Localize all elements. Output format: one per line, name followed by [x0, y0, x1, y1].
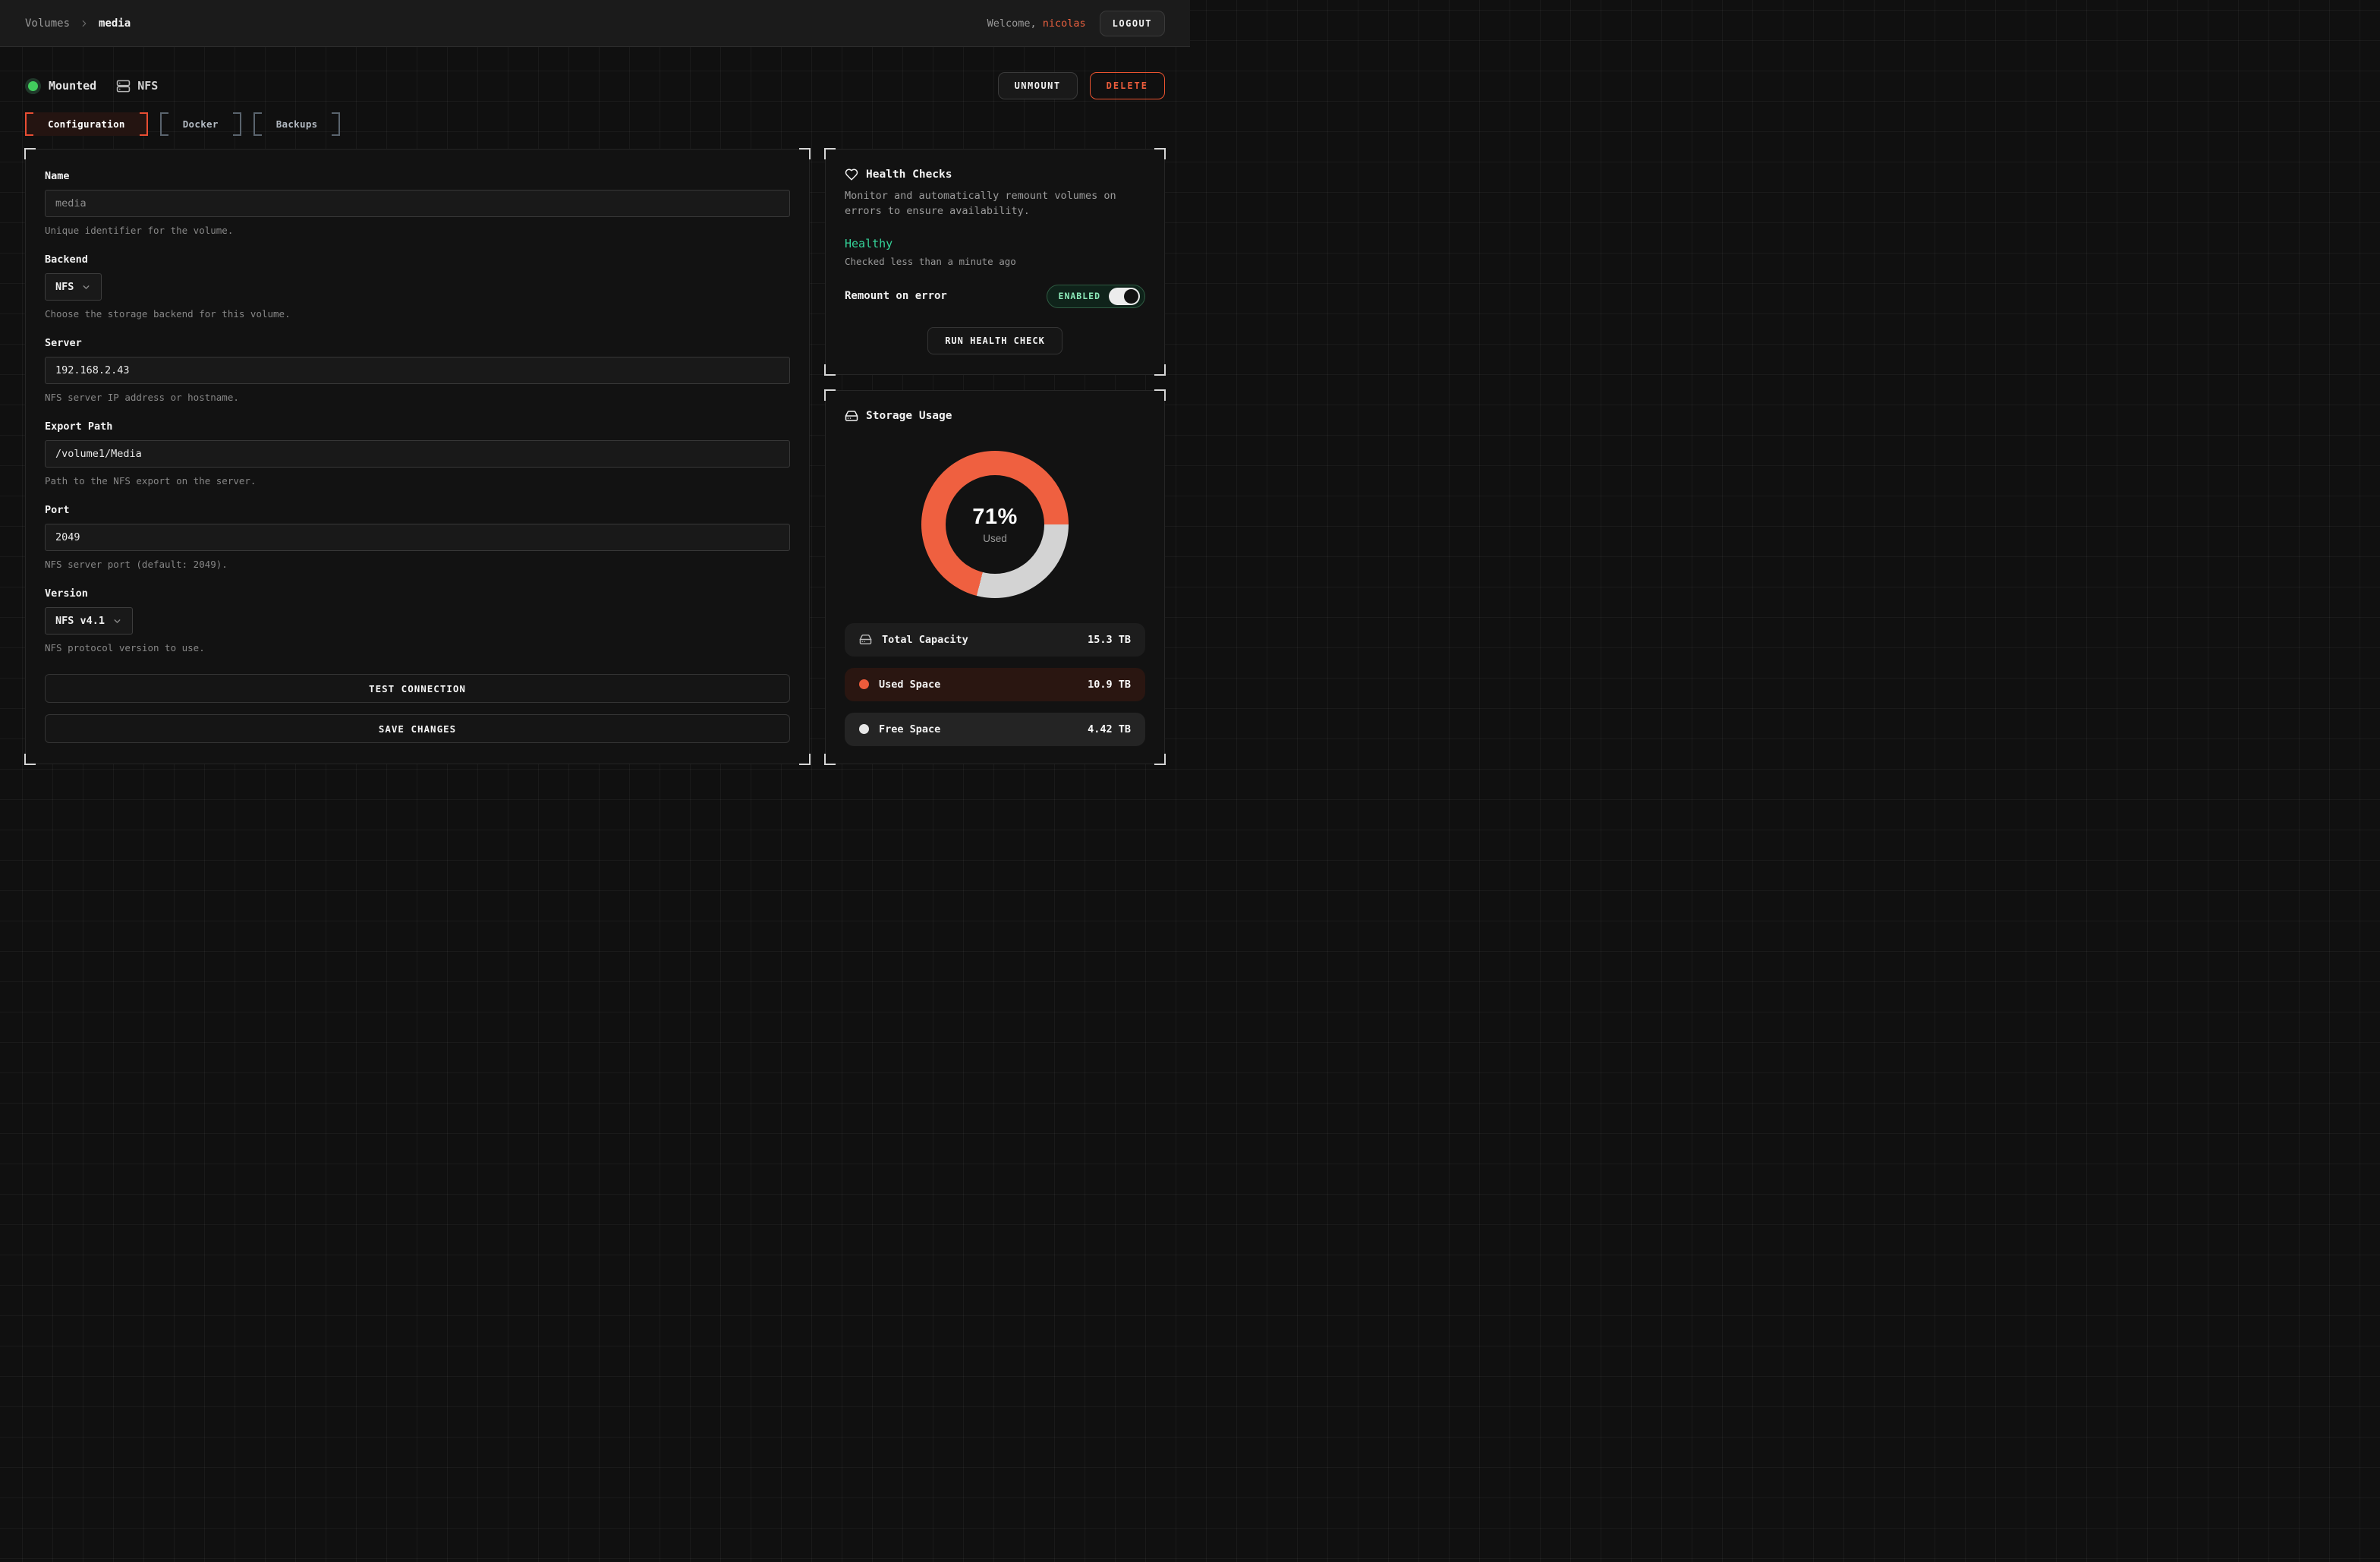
stat-label: Total Capacity — [882, 634, 1078, 646]
topbar: Volumes media Welcome, nicolas LOGOUT — [0, 0, 1190, 47]
test-connection-button[interactable]: TEST CONNECTION — [45, 674, 790, 703]
hard-drive-icon — [859, 633, 872, 646]
usage-percent: 71% — [972, 505, 1018, 530]
chevron-down-icon — [81, 282, 91, 292]
status-row: Mounted NFS UNMOUNT DELETE — [25, 72, 1165, 99]
health-checks-panel: Health Checks Monitor and automatically … — [825, 149, 1165, 375]
server-label: Server — [45, 337, 790, 349]
health-description: Monitor and automatically remount volume… — [845, 188, 1145, 219]
server-help: NFS server IP address or hostname. — [45, 392, 790, 403]
delete-button[interactable]: DELETE — [1090, 72, 1165, 99]
backend-badge: NFS — [116, 79, 158, 93]
remount-toggle[interactable]: ENABLED — [1047, 285, 1145, 308]
stat-value: 15.3 TB — [1088, 634, 1131, 646]
tab-docker[interactable]: Docker — [160, 112, 241, 136]
name-help: Unique identifier for the volume. — [45, 225, 790, 236]
usage-caption: Used — [983, 533, 1007, 544]
tab-bar: Configuration Docker Backups — [25, 112, 1165, 136]
stat-label: Free Space — [879, 723, 1078, 735]
free-legend-dot — [859, 724, 869, 734]
used-legend-dot — [859, 679, 869, 689]
backend-help: Choose the storage backend for this volu… — [45, 308, 790, 320]
mount-state-label: Mounted — [49, 79, 96, 93]
tab-backups[interactable]: Backups — [253, 112, 341, 136]
mount-status: Mounted — [25, 78, 96, 94]
breadcrumb-current: media — [99, 17, 131, 30]
used-space-row: Used Space 10.9 TB — [845, 668, 1145, 701]
chevron-down-icon — [112, 616, 122, 626]
mounted-status-icon — [25, 78, 41, 94]
toggle-state-label: ENABLED — [1059, 291, 1100, 301]
run-health-check-button[interactable]: RUN HEALTH CHECK — [927, 327, 1062, 354]
port-help: NFS server port (default: 2049). — [45, 559, 790, 570]
version-help: NFS protocol version to use. — [45, 642, 790, 653]
version-label: Version — [45, 587, 790, 600]
username: nicolas — [1043, 17, 1086, 30]
name-input[interactable] — [45, 190, 790, 217]
logout-button[interactable]: LOGOUT — [1100, 11, 1165, 36]
unmount-button[interactable]: UNMOUNT — [998, 72, 1078, 99]
configuration-panel: Name Unique identifier for the volume. B… — [25, 149, 810, 764]
storage-panel-title: Storage Usage — [866, 410, 952, 422]
save-changes-button[interactable]: SAVE CHANGES — [45, 714, 790, 743]
hard-drive-icon — [845, 409, 858, 423]
server-input[interactable] — [45, 357, 790, 384]
version-select-value: NFS v4.1 — [55, 615, 105, 627]
health-status: Healthy — [845, 237, 1145, 250]
heart-icon — [845, 168, 858, 181]
storage-donut-chart: 71% Used — [921, 451, 1069, 598]
server-icon — [116, 79, 131, 93]
backend-label: NFS — [137, 79, 158, 93]
export-path-label: Export Path — [45, 420, 790, 433]
export-path-help: Path to the NFS export on the server. — [45, 475, 790, 487]
remount-on-error-label: Remount on error — [845, 290, 947, 302]
version-select[interactable]: NFS v4.1 — [45, 607, 133, 635]
stat-value: 4.42 TB — [1088, 723, 1131, 735]
port-label: Port — [45, 504, 790, 516]
health-panel-title: Health Checks — [866, 168, 952, 181]
free-space-row: Free Space 4.42 TB — [845, 713, 1145, 746]
stat-value: 10.9 TB — [1088, 679, 1131, 691]
chevron-right-icon — [79, 18, 90, 29]
toggle-switch[interactable] — [1109, 288, 1140, 305]
health-last-checked: Checked less than a minute ago — [845, 256, 1145, 267]
export-path-input[interactable] — [45, 440, 790, 468]
port-input[interactable] — [45, 524, 790, 551]
stat-label: Used Space — [879, 679, 1078, 691]
backend-select-value: NFS — [55, 281, 74, 293]
backend-field-label: Backend — [45, 254, 790, 266]
name-label: Name — [45, 170, 790, 182]
storage-usage-panel: Storage Usage 71% Used Total Capacity — [825, 390, 1165, 765]
total-capacity-row: Total Capacity 15.3 TB — [845, 623, 1145, 657]
backend-select[interactable]: NFS — [45, 273, 102, 301]
breadcrumb: Volumes media — [25, 17, 131, 30]
welcome-text: Welcome, nicolas — [987, 17, 1086, 30]
tab-configuration[interactable]: Configuration — [25, 112, 148, 136]
breadcrumb-volumes-link[interactable]: Volumes — [25, 17, 70, 30]
